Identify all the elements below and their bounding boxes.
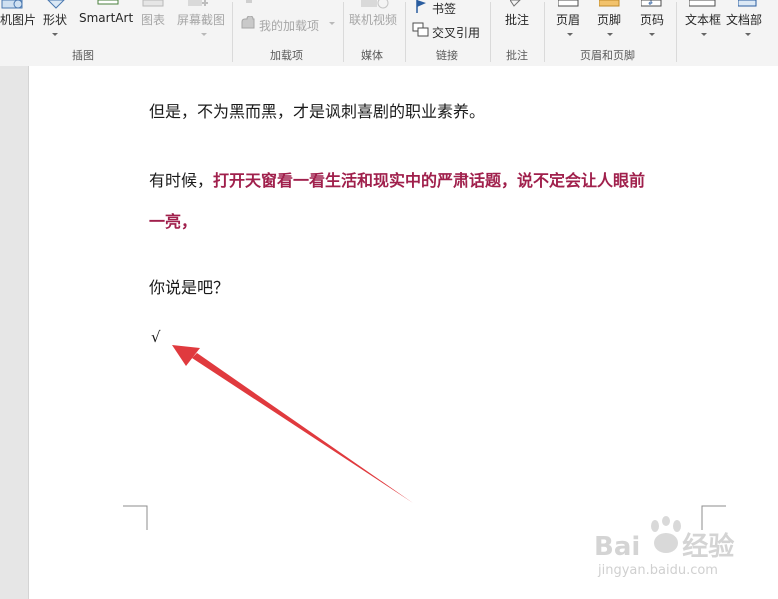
annotation-arrow [172, 345, 413, 503]
watermark-brand-left: Bai [594, 532, 641, 562]
watermark-brand-right: 经验 [682, 532, 735, 562]
watermark-brand: Bai 经验 [594, 526, 734, 563]
watermark-url: jingyan.baidu.com [598, 563, 718, 578]
